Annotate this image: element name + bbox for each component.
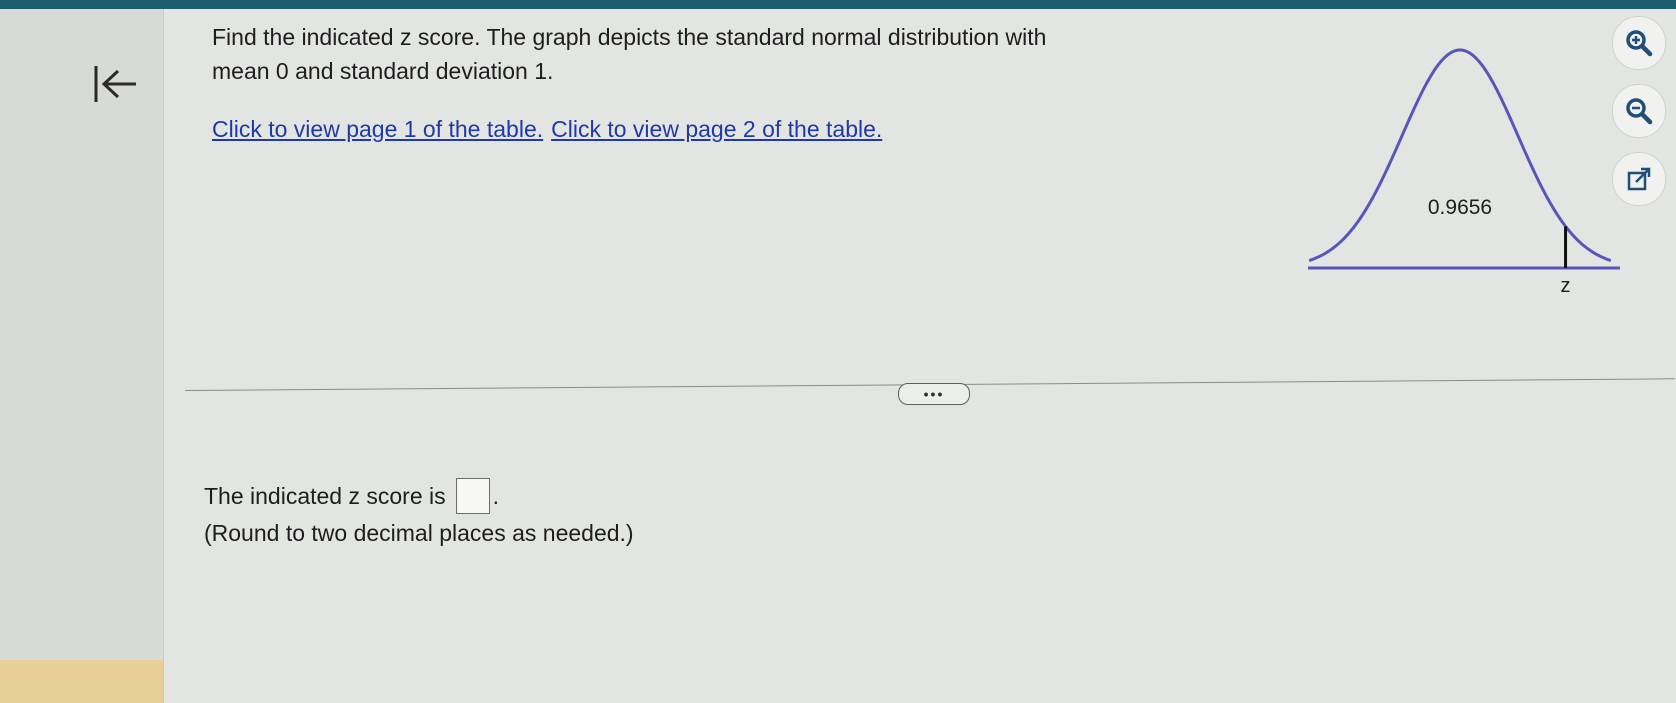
question-text: Find the indicated z score. The graph de… [212,20,1232,88]
popout-icon [1627,167,1651,191]
question-line-1: Find the indicated z score. The graph de… [212,24,1047,50]
first-page-button[interactable] [88,58,144,110]
zoom-out-button[interactable] [1612,84,1666,138]
zoom-out-icon [1626,98,1653,125]
answer-row: The indicated z score is . [204,478,499,514]
popout-button[interactable] [1612,152,1666,206]
first-page-icon [94,66,136,102]
answer-prefix: The indicated z score is [204,483,446,509]
left-rail [0,9,164,703]
z-label: z [1561,275,1571,297]
table-page-1-link[interactable]: Click to view page 1 of the table. [212,116,543,142]
area-label: 0.9656 [1428,196,1492,219]
zoom-in-button[interactable] [1612,16,1666,70]
more-options-button[interactable]: ••• [898,383,970,405]
left-rail-accent [0,660,163,703]
rounding-instruction: (Round to two decimal places as needed.) [204,520,634,546]
top-header-strip [0,0,1676,9]
table-links: Click to view page 1 of the table. Click … [212,112,882,146]
zoom-in-icon [1626,30,1653,57]
question-line-2: mean 0 and standard deviation 1. [212,58,554,84]
normal-distribution-graph: 0.9656 z [1308,48,1620,297]
table-page-2-link[interactable]: Click to view page 2 of the table. [551,116,882,142]
answer-suffix: . [492,483,500,509]
z-score-answer-input[interactable] [455,478,490,514]
